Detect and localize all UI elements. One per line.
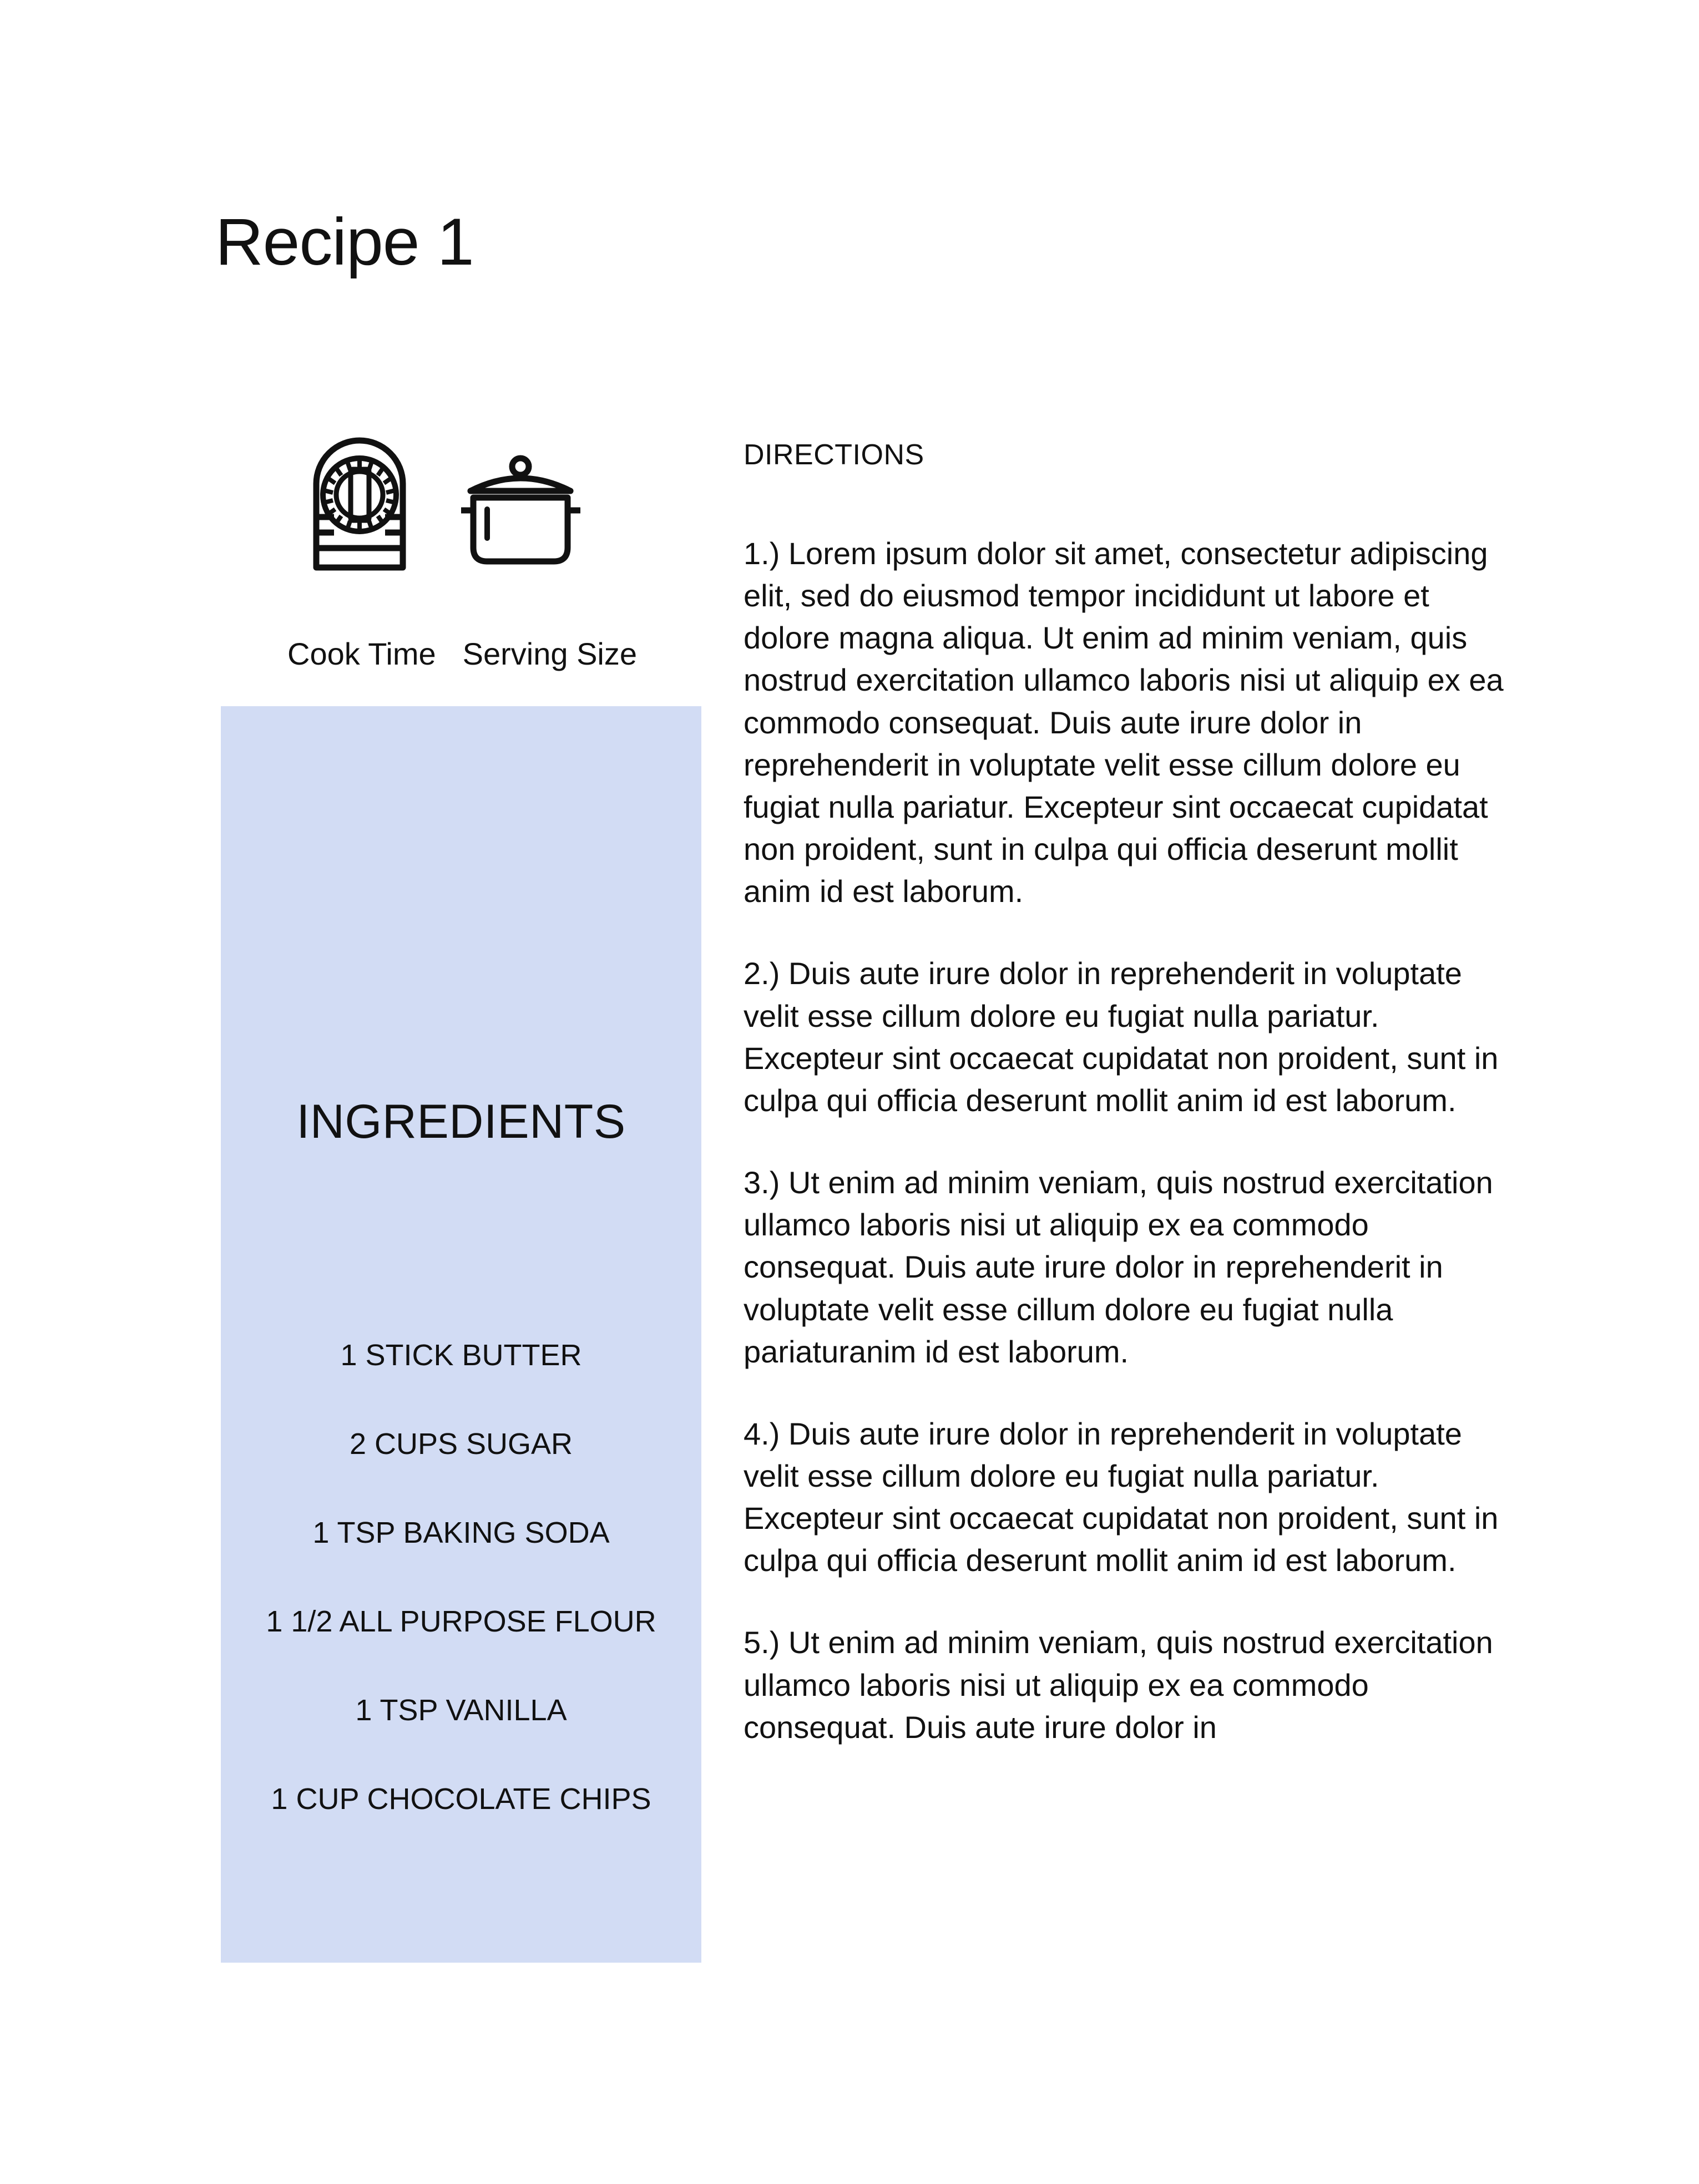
list-item: 1 TSP VANILLA [355, 1694, 567, 1727]
list-item: 1 TSP BAKING SODA [312, 1516, 610, 1549]
recipe-page: Recipe 1 Cook Time Serving Size INGREDIE… [0, 0, 1699, 2184]
serving-size-icon-box [461, 422, 580, 571]
direction-step: 1.) Lorem ipsum dolor sit amet, consecte… [744, 536, 1504, 909]
list-item: 1 STICK BUTTER [340, 1339, 582, 1372]
recipe-meta-labels: Cook Time Serving Size [221, 635, 701, 672]
list-item: 2 CUPS SUGAR [349, 1427, 573, 1461]
direction-step: 3.) Ut enim ad minim veniam, quis nostru… [744, 1165, 1493, 1369]
directions-heading: DIRECTIONS [744, 439, 924, 471]
cooking-pot-icon [461, 452, 580, 571]
directions-section: DIRECTIONS 1.) Lorem ipsum dolor sit ame… [744, 438, 1520, 1749]
ingredients-panel: INGREDIENTS 1 STICK BUTTER 2 CUPS SUGAR … [221, 706, 701, 1963]
list-item: 1 CUP CHOCOLATE CHIPS [271, 1782, 651, 1816]
list-item: 1 1/2 ALL PURPOSE FLOUR [266, 1605, 656, 1638]
direction-step: 5.) Ut enim ad minim veniam, quis nostru… [744, 1625, 1493, 1745]
direction-step: 2.) Duis aute irure dolor in reprehender… [744, 956, 1499, 1118]
cook-time-label: Cook Time [287, 636, 436, 671]
serving-size-label: Serving Size [462, 636, 638, 671]
ingredients-heading: INGREDIENTS [296, 1095, 626, 1148]
page-title: Recipe 1 [215, 205, 474, 279]
ingredients-list: 1 STICK BUTTER 2 CUPS SUGAR 1 TSP BAKING… [221, 1311, 701, 1843]
kitchen-timer-icon [310, 433, 409, 571]
recipe-meta-icons [221, 422, 701, 571]
direction-step: 4.) Duis aute irure dolor in reprehender… [744, 1416, 1499, 1578]
cook-time-icon-box [301, 422, 418, 571]
